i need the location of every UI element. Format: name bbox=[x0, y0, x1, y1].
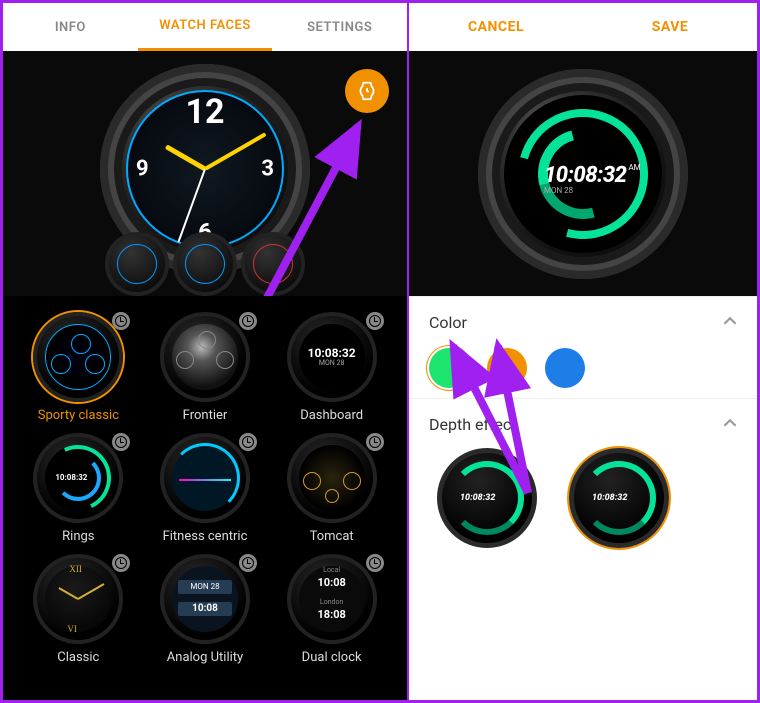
clock-icon bbox=[239, 312, 257, 330]
chevron-up-icon bbox=[723, 313, 737, 332]
tab-bar: INFO WATCH FACES SETTINGS bbox=[3, 3, 407, 51]
face-label: Frontier bbox=[145, 408, 265, 423]
face-label: Classic bbox=[18, 650, 138, 665]
face-label: Tomcat bbox=[272, 529, 392, 544]
clock-icon bbox=[112, 554, 130, 572]
clock-icon bbox=[239, 433, 257, 451]
clock-icon bbox=[366, 433, 384, 451]
face-tomcat[interactable]: Tomcat bbox=[272, 433, 392, 544]
depth-option-on[interactable]: 10:08:32 bbox=[437, 448, 537, 548]
face-frontier[interactable]: Frontier bbox=[145, 312, 265, 423]
color-section: Color bbox=[409, 296, 757, 398]
watch-faces-screen: INFO WATCH FACES SETTINGS 12369 bbox=[0, 0, 408, 703]
color-section-header[interactable]: Color bbox=[429, 313, 737, 332]
face-label: Sporty classic bbox=[18, 408, 138, 423]
face-rings[interactable]: 10:08:32 Rings bbox=[18, 433, 138, 544]
customize-preview: 10:08:32AM MON 28 bbox=[409, 51, 757, 296]
chevron-up-icon bbox=[723, 415, 737, 434]
customize-screen: CANCEL SAVE 10:08:32AM MON 28 Color bbox=[408, 0, 760, 703]
style-variant-3[interactable] bbox=[241, 232, 305, 296]
face-label: Analog Utility bbox=[145, 650, 265, 665]
tab-watch-faces[interactable]: WATCH FACES bbox=[138, 3, 273, 51]
style-variant-2[interactable] bbox=[173, 232, 237, 296]
clock-icon bbox=[112, 433, 130, 451]
clock-icon bbox=[112, 312, 130, 330]
face-label: Rings bbox=[18, 529, 138, 544]
style-variant-1[interactable] bbox=[105, 232, 169, 296]
face-label: Dual clock bbox=[272, 650, 392, 665]
color-swatch-row bbox=[429, 348, 737, 388]
action-bar: CANCEL SAVE bbox=[409, 3, 757, 51]
color-swatch-orange[interactable] bbox=[487, 348, 527, 388]
face-sporty-classic[interactable]: Sporty classic bbox=[18, 312, 138, 423]
clock-icon bbox=[366, 312, 384, 330]
clock-icon bbox=[239, 554, 257, 572]
depth-option-row: 10:08:32 10:08:32 bbox=[429, 448, 737, 548]
tab-settings[interactable]: SETTINGS bbox=[272, 3, 407, 51]
face-dashboard[interactable]: 10:08:32MON 28 Dashboard bbox=[272, 312, 392, 423]
face-label: Dashboard bbox=[272, 408, 392, 423]
save-button[interactable]: SAVE bbox=[583, 3, 757, 51]
face-classic[interactable]: XIIVI Classic bbox=[18, 554, 138, 665]
tab-info[interactable]: INFO bbox=[3, 3, 138, 51]
current-watch-face-preview: 12369 bbox=[3, 51, 407, 296]
color-swatch-blue[interactable] bbox=[545, 348, 585, 388]
customize-button[interactable] bbox=[345, 69, 389, 113]
face-dual-clock[interactable]: Local10:08London18:08 Dual clock bbox=[272, 554, 392, 665]
depth-section-header[interactable]: Depth effect bbox=[429, 415, 737, 434]
color-swatch-green[interactable] bbox=[429, 348, 469, 388]
face-fitness-centric[interactable]: Fitness centric bbox=[145, 433, 265, 544]
depth-option-off[interactable]: 10:08:32 bbox=[569, 448, 669, 548]
face-analog-utility[interactable]: MON 2810:08 Analog Utility bbox=[145, 554, 265, 665]
section-title: Color bbox=[429, 313, 467, 332]
section-title: Depth effect bbox=[429, 415, 517, 434]
cancel-button[interactable]: CANCEL bbox=[409, 3, 583, 51]
preview-time: 10:08:32AM MON 28 bbox=[544, 163, 641, 195]
watch-icon bbox=[356, 80, 378, 102]
style-variant-row bbox=[3, 232, 407, 296]
face-label: Fitness centric bbox=[145, 529, 265, 544]
depth-effect-section: Depth effect 10:08:32 10:08:32 bbox=[409, 398, 757, 558]
watch-face-grid[interactable]: Sporty classic Frontier 10:08:32MON 28 D… bbox=[3, 296, 407, 700]
